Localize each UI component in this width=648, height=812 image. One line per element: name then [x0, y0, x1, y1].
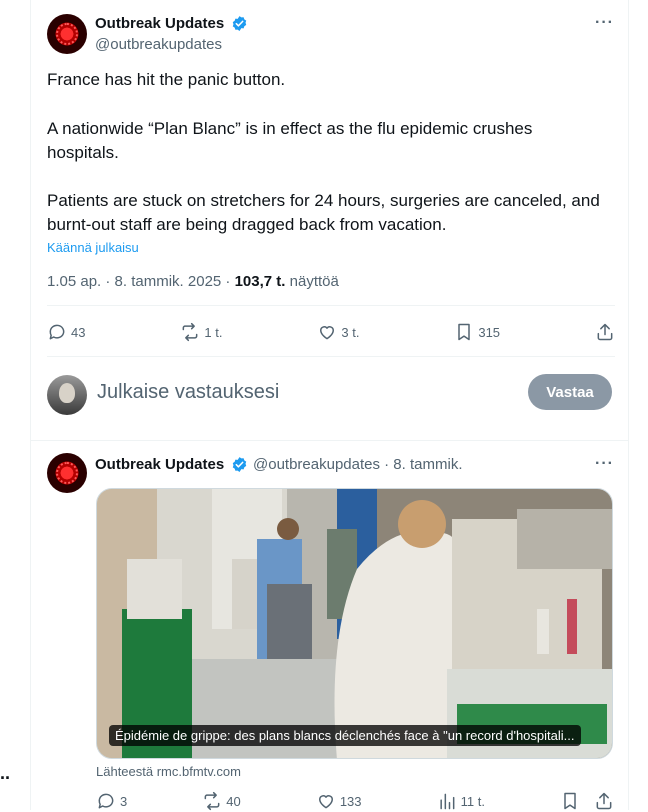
tweet-text-line-2: A nationwide “Plan Blanc” is in effect a… — [47, 119, 533, 162]
views-count: 11 t. — [460, 793, 485, 809]
repost-button[interactable]: 40 — [202, 790, 241, 812]
bookmark-share-group — [560, 790, 614, 812]
author-handle[interactable]: @outbreakupdates — [95, 36, 222, 53]
views-label: näyttöä — [285, 273, 339, 290]
timeline-column: Outbreak Updates @outbreakupdates ··· Fr… — [30, 0, 629, 812]
reply-icon — [98, 793, 114, 809]
like-button[interactable]: 3 t. — [317, 321, 359, 343]
tweet-action-bar: 3 40 133 11 t. — [96, 790, 614, 812]
views-button[interactable]: 11 t. — [437, 790, 485, 812]
views-count: 103,7 t. — [234, 273, 286, 290]
tweet-text-line-3: Patients are stuck on stretchers for 24 … — [47, 191, 600, 234]
card-caption: Épidémie de grippe: des plans blancs déc… — [109, 725, 581, 746]
bookmark-icon[interactable] — [560, 791, 580, 811]
author-handle-and-date[interactable]: @outbreakupdates · 8. tammik. — [253, 456, 463, 473]
bookmark-button[interactable]: 315 — [454, 321, 500, 343]
tweet-action-bar: 43 1 t. 3 t. 315 — [47, 321, 615, 343]
heart-icon — [318, 795, 333, 809]
author-avatar[interactable] — [47, 14, 87, 54]
author-name[interactable]: Outbreak Updates — [95, 15, 224, 32]
tweet-text-line-1: France has hit the panic button. — [47, 70, 286, 89]
like-count: 133 — [339, 793, 362, 809]
reply-input[interactable]: Julkaise vastauksesi — [97, 381, 279, 404]
share-button[interactable] — [595, 321, 615, 343]
more-options-icon[interactable]: ··· — [595, 455, 614, 473]
sidebar-ellipsis-fragment: .. — [0, 763, 11, 783]
repost-icon — [182, 322, 198, 342]
reply-button[interactable]: 3 — [96, 790, 127, 812]
repost-button[interactable]: 1 t. — [180, 321, 222, 343]
divider — [47, 356, 615, 357]
reply-count: 43 — [71, 324, 86, 340]
repost-count: 40 — [226, 793, 241, 809]
divider — [47, 305, 615, 306]
author-avatar[interactable] — [47, 453, 87, 493]
reply-submit-button[interactable]: Vastaa — [528, 374, 612, 410]
heart-icon — [320, 326, 335, 340]
link-card[interactable]: Épidémie de grippe: des plans blancs déc… — [96, 488, 613, 759]
share-icon — [597, 323, 613, 341]
like-count: 3 t. — [341, 324, 360, 340]
hospital-corridor-photo — [97, 489, 612, 758]
reply-icon — [49, 324, 65, 340]
card-source[interactable]: Lähteestä rmc.bfmtv.com — [96, 764, 241, 779]
more-options-icon[interactable]: ··· — [595, 14, 614, 32]
like-button[interactable]: 133 — [316, 790, 362, 812]
bookmark-count: 315 — [478, 324, 501, 340]
verified-badge-icon — [232, 457, 247, 472]
tweet-separator — [31, 440, 628, 441]
tweet-timestamp: 1.05 ap. · 8. tammik. 2025 · 103,7 t. nä… — [47, 273, 339, 290]
translate-post-link[interactable]: Käännä julkaisu — [47, 240, 139, 255]
reply-count: 3 — [120, 793, 128, 809]
share-icon[interactable] — [594, 791, 614, 811]
analytics-icon — [440, 793, 455, 810]
current-user-avatar[interactable] — [47, 375, 87, 415]
repost-icon — [204, 791, 220, 811]
bookmark-icon — [458, 323, 471, 341]
reply-button[interactable]: 43 — [47, 321, 85, 343]
author-name[interactable]: Outbreak Updates — [95, 456, 224, 473]
repost-count: 1 t. — [204, 324, 223, 340]
verified-badge-icon — [232, 16, 247, 31]
timestamp-date[interactable]: 1.05 ap. · 8. tammik. 2025 · — [47, 273, 235, 290]
